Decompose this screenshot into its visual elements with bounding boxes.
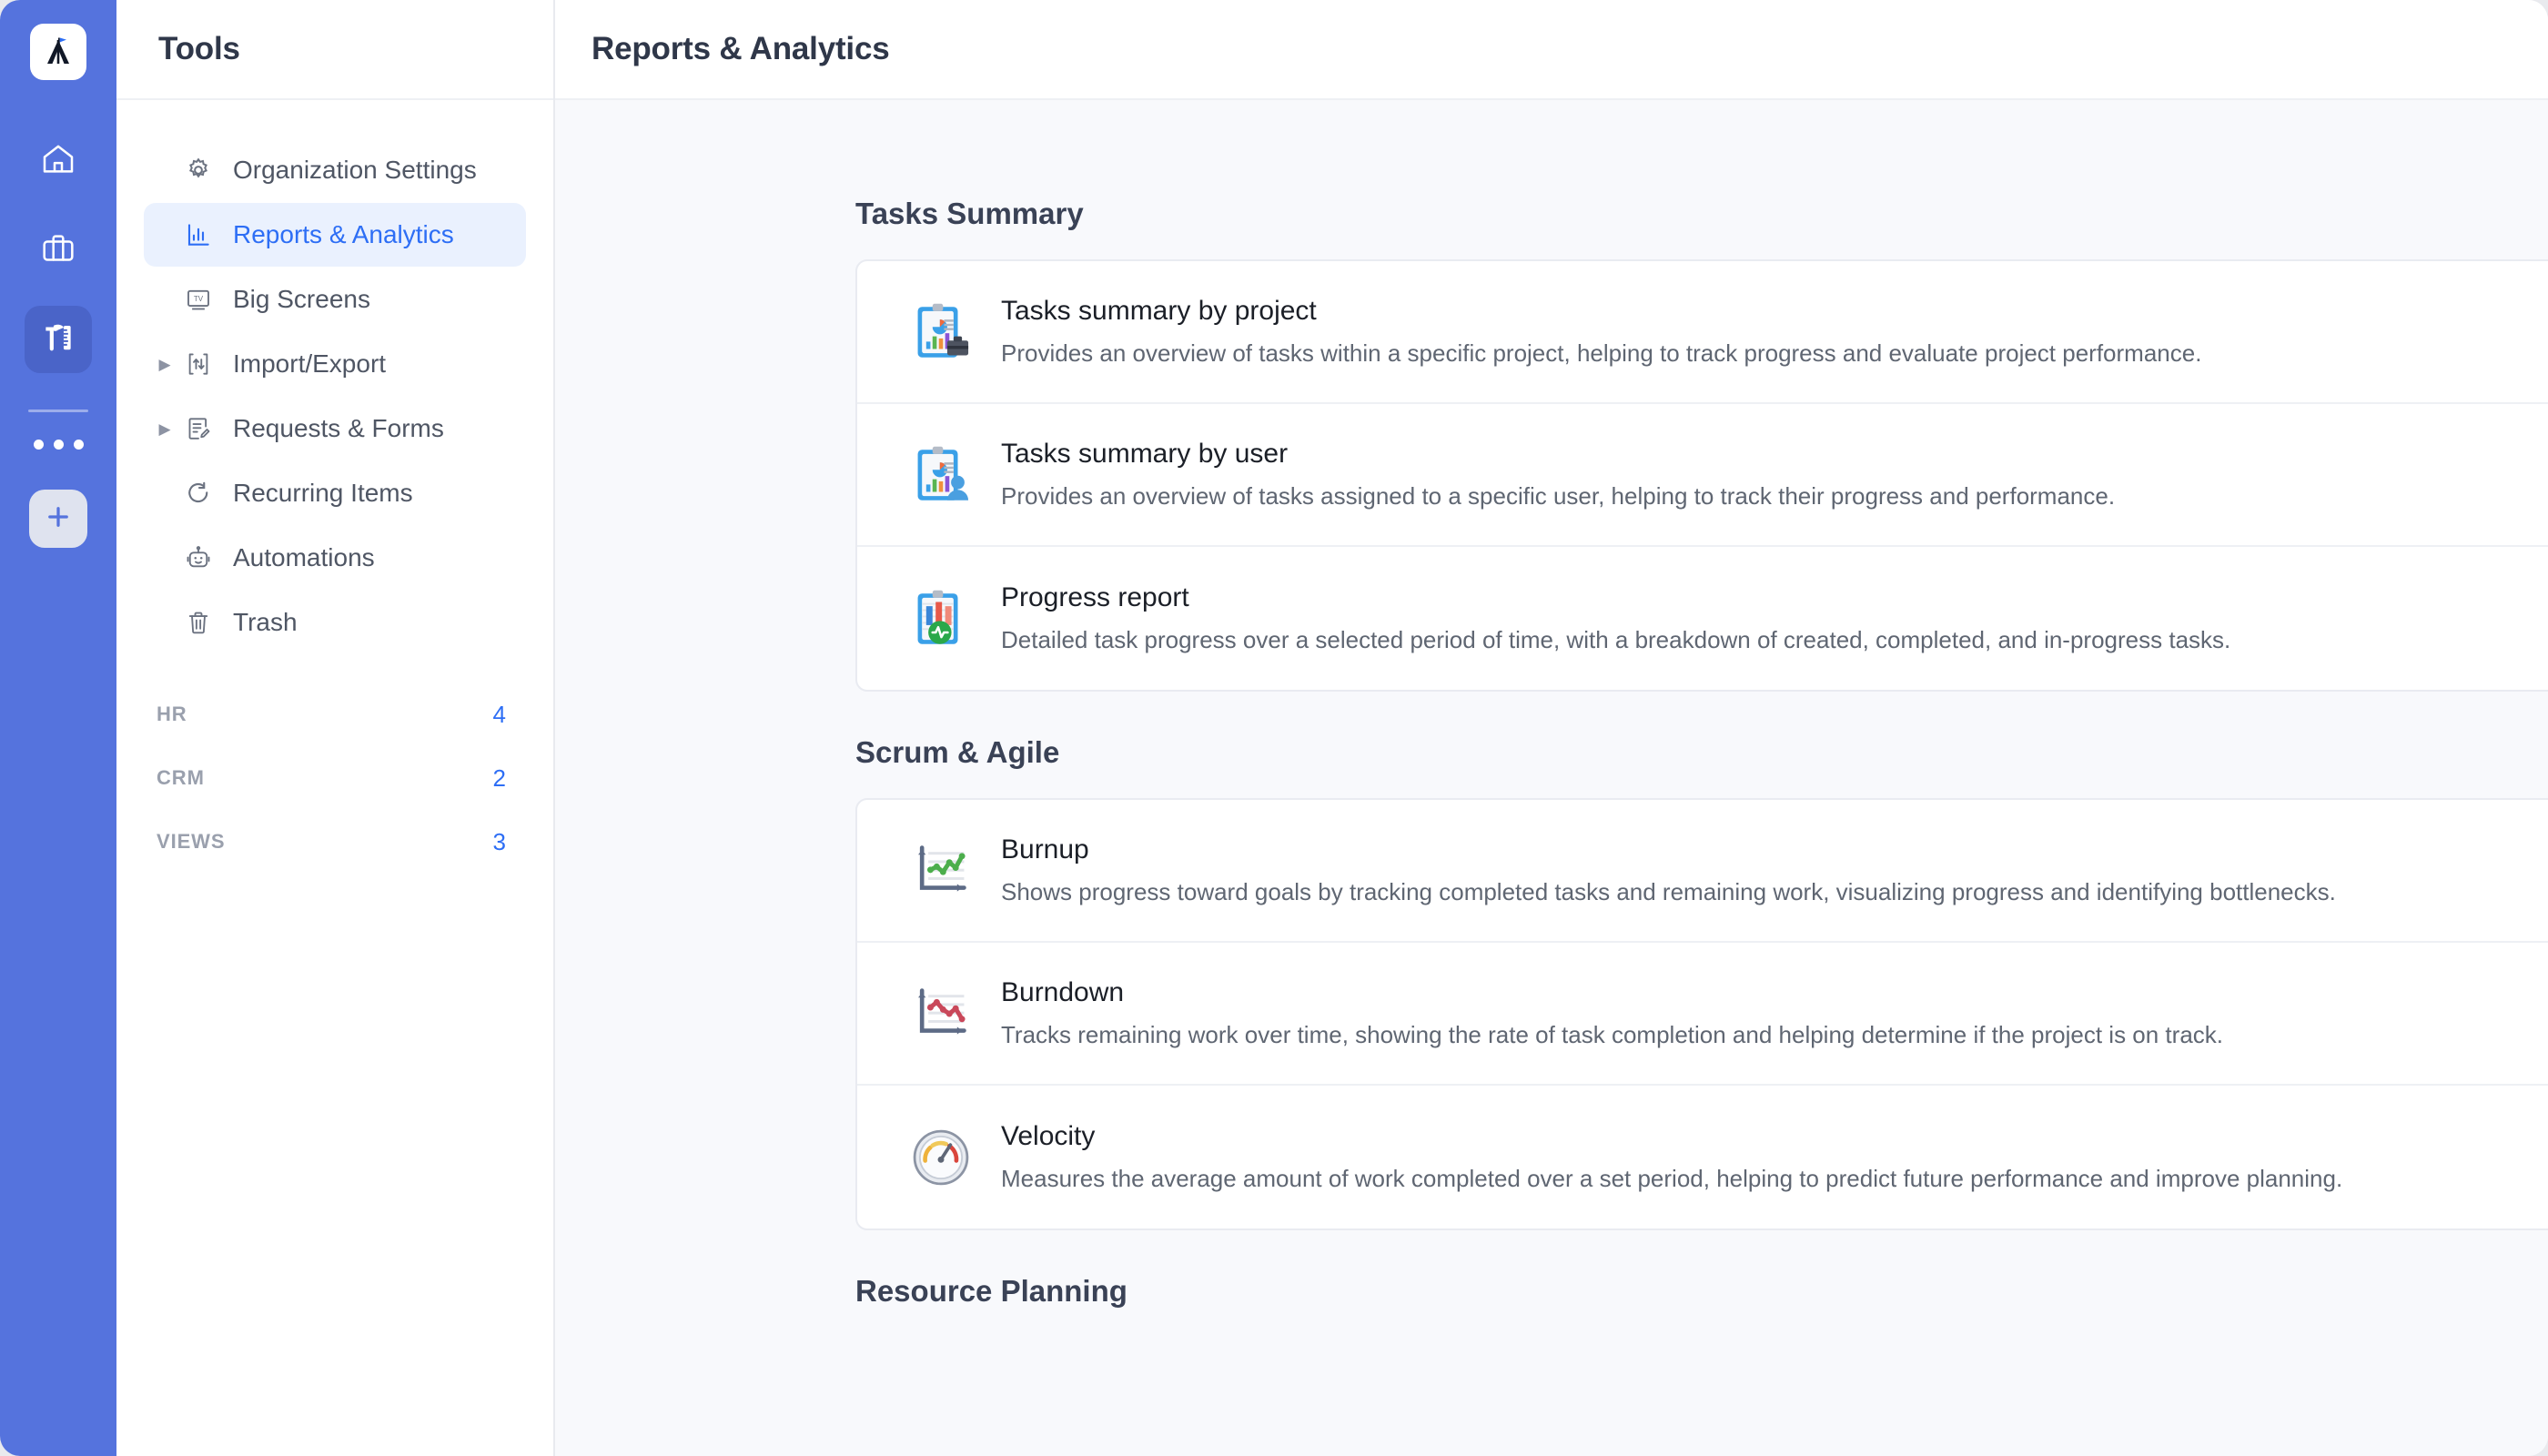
sidebar-item-label: Reports & Analytics <box>233 220 454 248</box>
rail-divider <box>28 410 88 412</box>
app-window: Tools ▶ Organization Settings ▶ <box>0 0 2548 1456</box>
robot-icon <box>177 544 220 571</box>
sidebar-body: ▶ Organization Settings ▶ Rep <box>116 100 553 874</box>
report-card-list: Tasks summary by project Provides an ove… <box>855 259 2548 692</box>
sidebar-item-requests-forms[interactable]: ▶ Requests & Forms <box>144 397 526 460</box>
group-count: 4 <box>492 700 506 728</box>
burndown-chart-icon <box>890 980 992 1047</box>
group-label: CRM <box>157 766 205 789</box>
company-logo-mountain-flag-icon[interactable] <box>30 24 86 80</box>
sidebar-item-label: Trash <box>233 608 298 636</box>
plus-icon <box>43 501 74 537</box>
report-card-text: Tasks summary by project Provides an ove… <box>992 296 2201 368</box>
report-card-list: Burnup Shows progress toward goals by tr… <box>855 798 2548 1230</box>
clipboard-chart-user-icon <box>890 441 992 509</box>
report-card-title: Burndown <box>1001 977 1125 1007</box>
clipboard-bars-pulse-icon <box>890 585 992 652</box>
sidebar-item-big-screens[interactable]: ▶ TV Big Screens <box>144 268 526 331</box>
report-card-title: Tasks summary by user <box>1001 439 1289 469</box>
sidebar-item-reports-analytics[interactable]: ▶ Reports & Analytics <box>144 203 526 267</box>
report-card-tasks-summary-by-user[interactable]: Tasks summary by user Provides an overvi… <box>857 404 2548 547</box>
chevron-right-icon[interactable]: ▶ <box>153 421 177 437</box>
report-card-description: Measures the average amount of work comp… <box>1001 1165 2343 1192</box>
report-card-description: Shows progress toward goals by tracking … <box>1001 878 2336 905</box>
section-heading: Resource Planning <box>855 1274 1127 1308</box>
section-tasks-summary: Tasks Summary Tasks summary by project P… <box>855 100 2548 692</box>
report-card-description: Tracks remaining work over time, showing… <box>1001 1021 2223 1048</box>
sidebar-item-recurring-items[interactable]: ▶ Recurring Items <box>144 461 526 525</box>
burnup-chart-icon <box>890 837 992 905</box>
section-resource-planning: Resource Planning <box>855 1274 2548 1309</box>
clipboard-chart-briefcase-icon <box>890 298 992 366</box>
group-label: VIEWS <box>157 830 226 853</box>
speedometer-gauge-icon <box>890 1124 992 1191</box>
report-card-text: Tasks summary by user Provides an overvi… <box>992 439 2115 511</box>
report-card-text: Velocity Measures the average amount of … <box>992 1121 2342 1193</box>
sidebar-item-label: Requests & Forms <box>233 414 444 442</box>
tools-sidebar: Tools ▶ Organization Settings ▶ <box>116 0 555 1456</box>
report-card-description: Provides an overview of tasks within a s… <box>1001 339 2202 367</box>
sidebar-item-automations[interactable]: ▶ Automations <box>144 526 526 590</box>
report-card-text: Burndown Tracks remaining work over time… <box>992 977 2223 1049</box>
section-heading: Tasks Summary <box>855 197 1084 230</box>
section-scrum-agile: Scrum & Agile Burnup Shows progress towa… <box>855 735 2548 1230</box>
svg-text:TV: TV <box>194 295 204 303</box>
chevron-right-icon[interactable]: ▶ <box>153 357 177 372</box>
sidebar-item-label: Big Screens <box>233 285 370 313</box>
tv-icon: TV <box>177 286 220 313</box>
import-export-icon <box>177 350 220 378</box>
report-card-velocity[interactable]: Velocity Measures the average amount of … <box>857 1086 2548 1228</box>
rail-item-workspace[interactable] <box>25 217 92 284</box>
bar-chart-icon <box>177 221 220 248</box>
home-icon <box>40 141 76 182</box>
form-edit-icon <box>177 415 220 442</box>
rail-item-tools[interactable] <box>25 306 92 373</box>
report-card-text: Progress report Detailed task progress o… <box>992 582 2230 654</box>
sidebar-item-label: Organization Settings <box>233 156 477 184</box>
sidebar-item-label: Automations <box>233 543 375 571</box>
reports-catalog: Tasks Summary Tasks summary by project P… <box>555 100 2548 1456</box>
main-header: Reports & Analytics <box>555 0 2548 100</box>
report-card-description: Detailed task progress over a selected p… <box>1001 626 2231 653</box>
report-card-title: Velocity <box>1001 1121 1096 1151</box>
more-horizontal-icon[interactable] <box>33 440 84 450</box>
report-card-burndown[interactable]: Burndown Tracks remaining work over time… <box>857 943 2548 1086</box>
main-content: Reports & Analytics Tasks Summary Tasks … <box>555 0 2548 1456</box>
section-heading: Scrum & Agile <box>855 735 1060 769</box>
refresh-icon <box>177 480 220 507</box>
sidebar-group-views[interactable]: VIEWS 3 <box>144 810 526 874</box>
sidebar-item-organization-settings[interactable]: ▶ Organization Settings <box>144 138 526 202</box>
report-card-title: Burnup <box>1001 834 1089 864</box>
trash-icon <box>177 609 220 636</box>
group-count: 3 <box>492 827 506 855</box>
sidebar-item-trash[interactable]: ▶ Trash <box>144 591 526 654</box>
sidebar-item-label: Recurring Items <box>233 479 413 507</box>
add-button[interactable] <box>29 490 87 548</box>
group-label: HR <box>157 703 187 725</box>
briefcase-icon <box>40 230 76 271</box>
report-card-tasks-summary-by-project[interactable]: Tasks summary by project Provides an ove… <box>857 261 2548 404</box>
sidebar-item-import-export[interactable]: ▶ Import/Export <box>144 332 526 396</box>
report-card-description: Provides an overview of tasks assigned t… <box>1001 482 2116 510</box>
page-title: Reports & Analytics <box>592 31 890 66</box>
sidebar-header: Tools <box>116 0 553 100</box>
sidebar-group-hr[interactable]: HR 4 <box>144 682 526 746</box>
sidebar-title: Tools <box>158 31 240 66</box>
report-card-burnup[interactable]: Burnup Shows progress toward goals by tr… <box>857 800 2548 943</box>
report-card-title: Tasks summary by project <box>1001 296 1317 326</box>
sidebar-group-crm[interactable]: CRM 2 <box>144 746 526 810</box>
report-card-progress-report[interactable]: Progress report Detailed task progress o… <box>857 547 2548 690</box>
gear-icon <box>177 157 220 184</box>
report-card-text: Burnup Shows progress toward goals by tr… <box>992 834 2336 906</box>
rail-item-home[interactable] <box>25 127 92 195</box>
primary-nav-rail <box>0 0 116 1456</box>
report-card-title: Progress report <box>1001 582 1189 612</box>
tools-hammer-ruler-icon <box>39 318 77 361</box>
sidebar-item-label: Import/Export <box>233 349 387 378</box>
group-count: 2 <box>492 763 506 792</box>
